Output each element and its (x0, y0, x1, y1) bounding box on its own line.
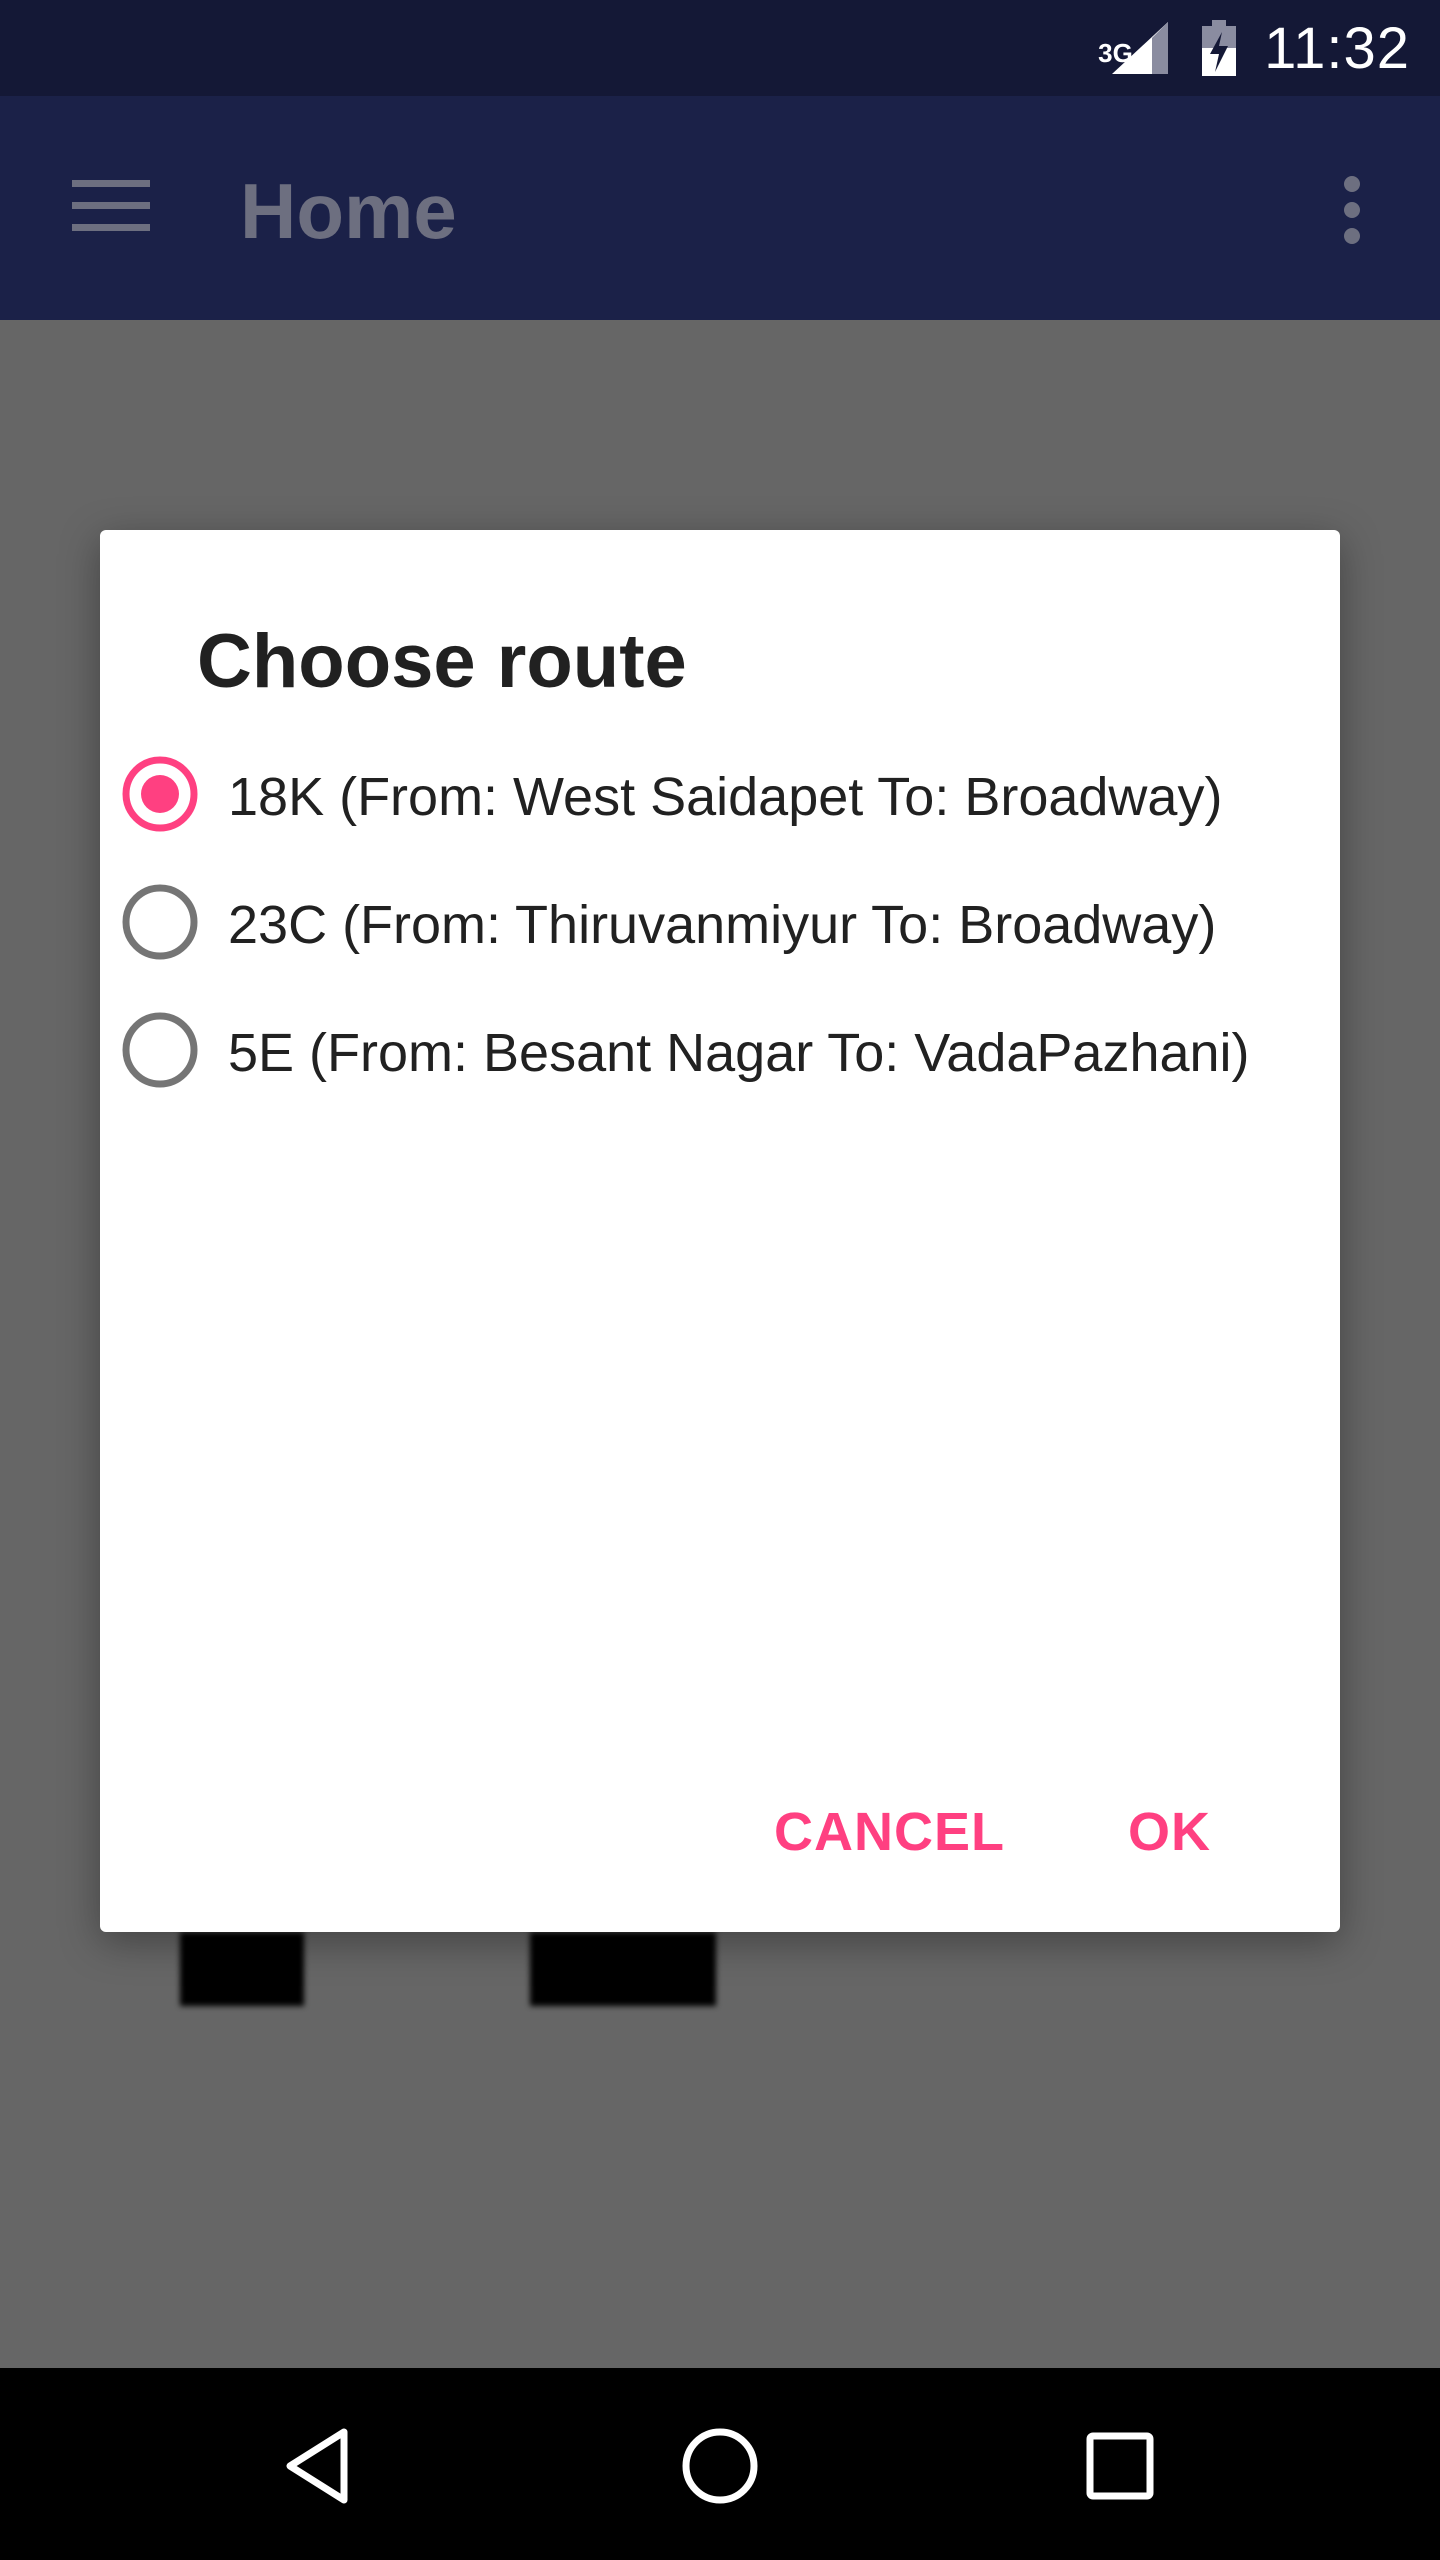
menu-icon[interactable] (72, 176, 150, 236)
app-bar (0, 96, 1440, 320)
dialog-actions: CANCEL OK (100, 1732, 1340, 1932)
status-bar: 3G 11:32 (0, 0, 1440, 96)
radio-unchecked-icon[interactable] (122, 1012, 198, 1088)
back-icon[interactable] (274, 2418, 370, 2514)
status-icons: 3G 11:32 (1098, 0, 1410, 96)
background-element (180, 1932, 304, 2006)
route-option-label: 23C (From: Thiruvanmiyur To: Broadway) (228, 895, 1217, 955)
recent-apps-icon[interactable] (1072, 2418, 1168, 2514)
battery-charging-icon (1200, 18, 1238, 78)
choose-route-dialog: Choose route 18K (From: West Saidapet To… (100, 530, 1340, 1932)
radio-unchecked-icon[interactable] (122, 884, 198, 960)
route-option-23c[interactable]: 23C (From: Thiruvanmiyur To: Broadway) (100, 858, 1340, 986)
overflow-menu-icon[interactable] (1330, 174, 1374, 246)
route-option-5e[interactable]: 5E (From: Besant Nagar To: VadaPazhani) (100, 986, 1340, 1114)
route-option-label: 5E (From: Besant Nagar To: VadaPazhani) (228, 1023, 1250, 1083)
cancel-button[interactable]: CANCEL (774, 1792, 1005, 1872)
route-options: 18K (From: West Saidapet To: Broadway) 2… (100, 730, 1340, 1114)
radio-checked-icon[interactable] (122, 756, 198, 832)
ok-button[interactable]: OK (1128, 1792, 1211, 1872)
page-title: Home (240, 167, 457, 255)
dialog-title: Choose route (197, 619, 687, 704)
navigation-bar (0, 2368, 1440, 2560)
home-icon[interactable] (672, 2418, 768, 2514)
background-element (530, 1932, 716, 2006)
route-option-label: 18K (From: West Saidapet To: Broadway) (228, 767, 1223, 827)
network-type-label: 3G (1098, 38, 1133, 68)
status-time: 11:32 (1264, 15, 1410, 81)
signal-icon: 3G (1098, 18, 1174, 78)
route-option-18k[interactable]: 18K (From: West Saidapet To: Broadway) (100, 730, 1340, 858)
